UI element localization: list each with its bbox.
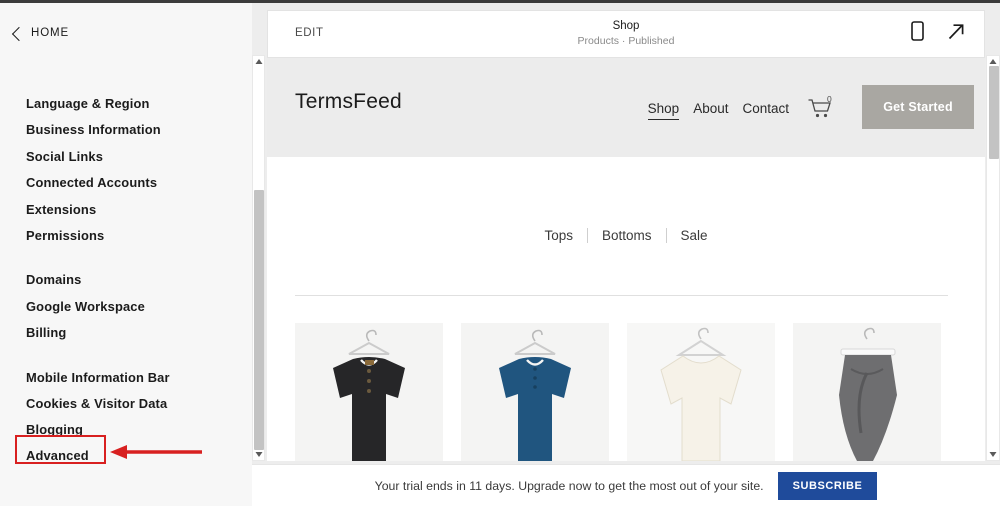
preview-page-info: Shop Products · Published bbox=[268, 19, 984, 49]
product-tile[interactable] bbox=[461, 323, 609, 461]
category-item-sale[interactable]: Sale bbox=[667, 228, 722, 243]
sidebar-item-permissions[interactable]: Permissions bbox=[26, 223, 104, 249]
category-item-tops[interactable]: Tops bbox=[530, 228, 587, 243]
sidebar-item-domains[interactable]: Domains bbox=[26, 267, 82, 293]
sidebar-item-billing[interactable]: Billing bbox=[26, 320, 66, 346]
site-logo[interactable]: TermsFeed bbox=[295, 90, 402, 114]
chevron-left-icon bbox=[11, 26, 27, 41]
cart-button[interactable]: 0 bbox=[808, 94, 832, 124]
site-header: TermsFeed Shop About Contact 0 Get Start… bbox=[267, 58, 985, 157]
sidebar-item-social-links[interactable]: Social Links bbox=[26, 144, 103, 170]
settings-nav-list: Language & Region Business Information S… bbox=[26, 91, 236, 470]
annotation-arrow bbox=[108, 443, 202, 461]
product-image-cream-blouse bbox=[627, 323, 775, 461]
open-external-icon[interactable] bbox=[947, 22, 966, 41]
subscribe-button[interactable]: SUBSCRIBE bbox=[777, 471, 878, 500]
sidebar-item-cookies-visitor-data[interactable]: Cookies & Visitor Data bbox=[26, 391, 167, 417]
sidebar-item-extensions[interactable]: Extensions bbox=[26, 197, 96, 223]
settings-nav-group-2: Domains Google Workspace Billing bbox=[26, 267, 236, 346]
back-to-home-button[interactable]: HOME bbox=[11, 26, 70, 41]
preview-toolbar-actions bbox=[911, 21, 966, 41]
sidebar-item-mobile-information-bar[interactable]: Mobile Information Bar bbox=[26, 365, 170, 391]
get-started-button[interactable]: Get Started bbox=[862, 85, 974, 129]
scroll-down-arrow-icon[interactable] bbox=[989, 452, 997, 457]
sidebar-item-business-information[interactable]: Business Information bbox=[26, 117, 161, 143]
preview-page-status: Products · Published bbox=[577, 35, 675, 47]
site-nav-item-contact[interactable]: Contact bbox=[742, 100, 789, 117]
category-nav: Tops Bottoms Sale bbox=[267, 228, 985, 243]
scroll-up-arrow-icon[interactable] bbox=[989, 59, 997, 64]
trial-banner: Your trial ends in 11 days. Upgrade now … bbox=[252, 464, 1000, 506]
sidebar-item-connected-accounts[interactable]: Connected Accounts bbox=[26, 170, 157, 196]
settings-page-root: HOME Language & Region Business Informat… bbox=[0, 0, 1000, 506]
back-to-home-label: HOME bbox=[31, 27, 70, 39]
sidebar-bottom-fill bbox=[0, 467, 252, 506]
arrow-left-icon bbox=[110, 445, 202, 459]
product-grid bbox=[295, 323, 957, 461]
sidebar-item-google-workspace[interactable]: Google Workspace bbox=[26, 294, 145, 320]
preview-toolbar: EDIT Shop Products · Published bbox=[267, 10, 985, 58]
preview-page-title: Shop bbox=[612, 20, 640, 32]
settings-sidebar: HOME Language & Region Business Informat… bbox=[0, 3, 252, 506]
category-item-bottoms[interactable]: Bottoms bbox=[588, 228, 666, 243]
product-image-black-shirt bbox=[295, 323, 443, 461]
preview-left-scrollbar[interactable] bbox=[252, 55, 265, 461]
product-tile[interactable] bbox=[793, 323, 941, 461]
product-tile[interactable] bbox=[627, 323, 775, 461]
site-main-nav: Shop About Contact bbox=[647, 100, 789, 120]
sidebar-item-language-region[interactable]: Language & Region bbox=[26, 91, 150, 117]
preview-right-scrollbar[interactable] bbox=[986, 55, 1000, 461]
product-image-grey-dress bbox=[793, 323, 941, 461]
product-tile[interactable] bbox=[295, 323, 443, 461]
trial-message: Your trial ends in 11 days. Upgrade now … bbox=[374, 478, 764, 493]
settings-nav-divider-2 bbox=[26, 347, 236, 365]
settings-nav-group-1: Language & Region Business Information S… bbox=[26, 91, 236, 249]
section-divider bbox=[295, 295, 948, 296]
preview-right-scroll-thumb[interactable] bbox=[989, 66, 999, 159]
scroll-down-arrow-icon[interactable] bbox=[255, 452, 262, 457]
mobile-preview-icon[interactable] bbox=[911, 21, 924, 41]
product-image-blue-shirt bbox=[461, 323, 609, 461]
site-nav-item-shop[interactable]: Shop bbox=[647, 100, 680, 120]
site-preview-area: EDIT Shop Products · Published TermsFeed… bbox=[252, 3, 1000, 506]
annotation-highlight-box bbox=[15, 435, 106, 464]
settings-nav-divider-1 bbox=[26, 249, 236, 267]
scroll-up-arrow-icon[interactable] bbox=[255, 59, 262, 64]
cart-count-badge: 0 bbox=[827, 94, 832, 104]
preview-left-scroll-thumb[interactable] bbox=[254, 190, 264, 450]
site-nav-item-about[interactable]: About bbox=[693, 100, 728, 117]
site-preview-canvas: TermsFeed Shop About Contact 0 Get Start… bbox=[267, 58, 985, 461]
edit-button[interactable]: EDIT bbox=[295, 27, 324, 39]
